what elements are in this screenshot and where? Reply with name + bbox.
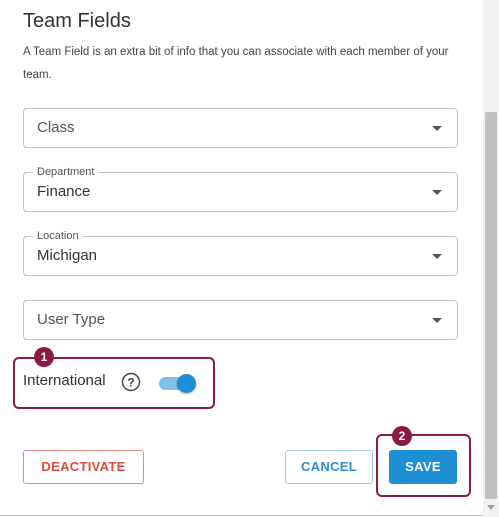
step-badge-2: 2 bbox=[392, 426, 412, 446]
cancel-button[interactable]: CANCEL bbox=[285, 450, 373, 484]
svg-text:?: ? bbox=[127, 376, 134, 390]
divider bbox=[0, 515, 483, 516]
toggle-thumb bbox=[177, 374, 196, 393]
step-badge-1: 1 bbox=[34, 347, 54, 367]
user-type-select[interactable]: User Type bbox=[23, 300, 458, 340]
chevron-down-icon bbox=[432, 190, 442, 195]
international-toggle[interactable] bbox=[159, 373, 197, 393]
scrollbar-thumb[interactable] bbox=[485, 112, 497, 499]
chevron-down-icon bbox=[432, 318, 442, 323]
location-value: Michigan bbox=[37, 247, 98, 264]
save-button[interactable]: SAVE bbox=[389, 450, 457, 484]
location-select[interactable]: Location Michigan bbox=[23, 230, 458, 276]
international-label: International bbox=[23, 372, 106, 389]
chevron-down-icon bbox=[432, 126, 442, 131]
scrollbar[interactable] bbox=[483, 0, 499, 517]
scroll-down-arrow-icon[interactable] bbox=[487, 505, 495, 510]
international-toggle-row: International ? bbox=[23, 366, 213, 398]
class-select-placeholder: Class bbox=[37, 119, 75, 136]
department-select[interactable]: Department Finance bbox=[23, 166, 458, 212]
chevron-down-icon bbox=[432, 254, 442, 259]
team-fields-panel: Team Fields A Team Field is an extra bit… bbox=[0, 0, 483, 517]
question-circle-icon[interactable]: ? bbox=[121, 372, 141, 392]
page-title: Team Fields bbox=[23, 10, 131, 32]
deactivate-button[interactable]: DEACTIVATE bbox=[23, 450, 144, 484]
user-type-placeholder: User Type bbox=[37, 311, 106, 328]
page-description: A Team Field is an extra bit of info tha… bbox=[23, 46, 449, 81]
department-value: Finance bbox=[37, 183, 91, 200]
class-select[interactable]: Class bbox=[23, 108, 458, 148]
